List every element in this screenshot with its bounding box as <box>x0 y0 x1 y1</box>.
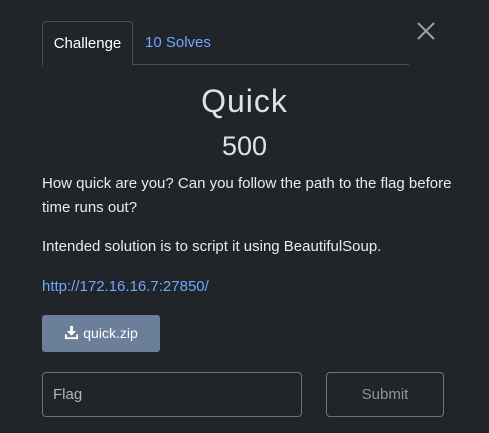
challenge-hint: Intended solution is to script it using … <box>42 238 382 255</box>
download-file-button[interactable]: quick.zip <box>42 315 160 352</box>
close-button[interactable] <box>414 19 438 43</box>
challenge-value: 500 <box>221 131 268 161</box>
flag-input[interactable] <box>42 372 302 417</box>
challenge-link[interactable]: http://172.16.16.7:27850/ <box>42 275 209 299</box>
tab-challenge[interactable]: Challenge <box>42 21 133 66</box>
tab-solves[interactable]: 10 Solves <box>135 21 221 65</box>
close-icon <box>417 22 435 40</box>
challenge-modal: Challenge 10 Solves Quick 500 How quick … <box>0 0 489 433</box>
challenge-name: Quick <box>201 83 288 119</box>
download-icon <box>65 326 79 340</box>
modal-tabs: Challenge 10 Solves <box>42 21 409 66</box>
download-file-label: quick.zip <box>83 325 138 341</box>
submit-button[interactable]: Submit <box>326 372 444 417</box>
challenge-description: How quick are you? Can you follow the pa… <box>42 175 452 216</box>
